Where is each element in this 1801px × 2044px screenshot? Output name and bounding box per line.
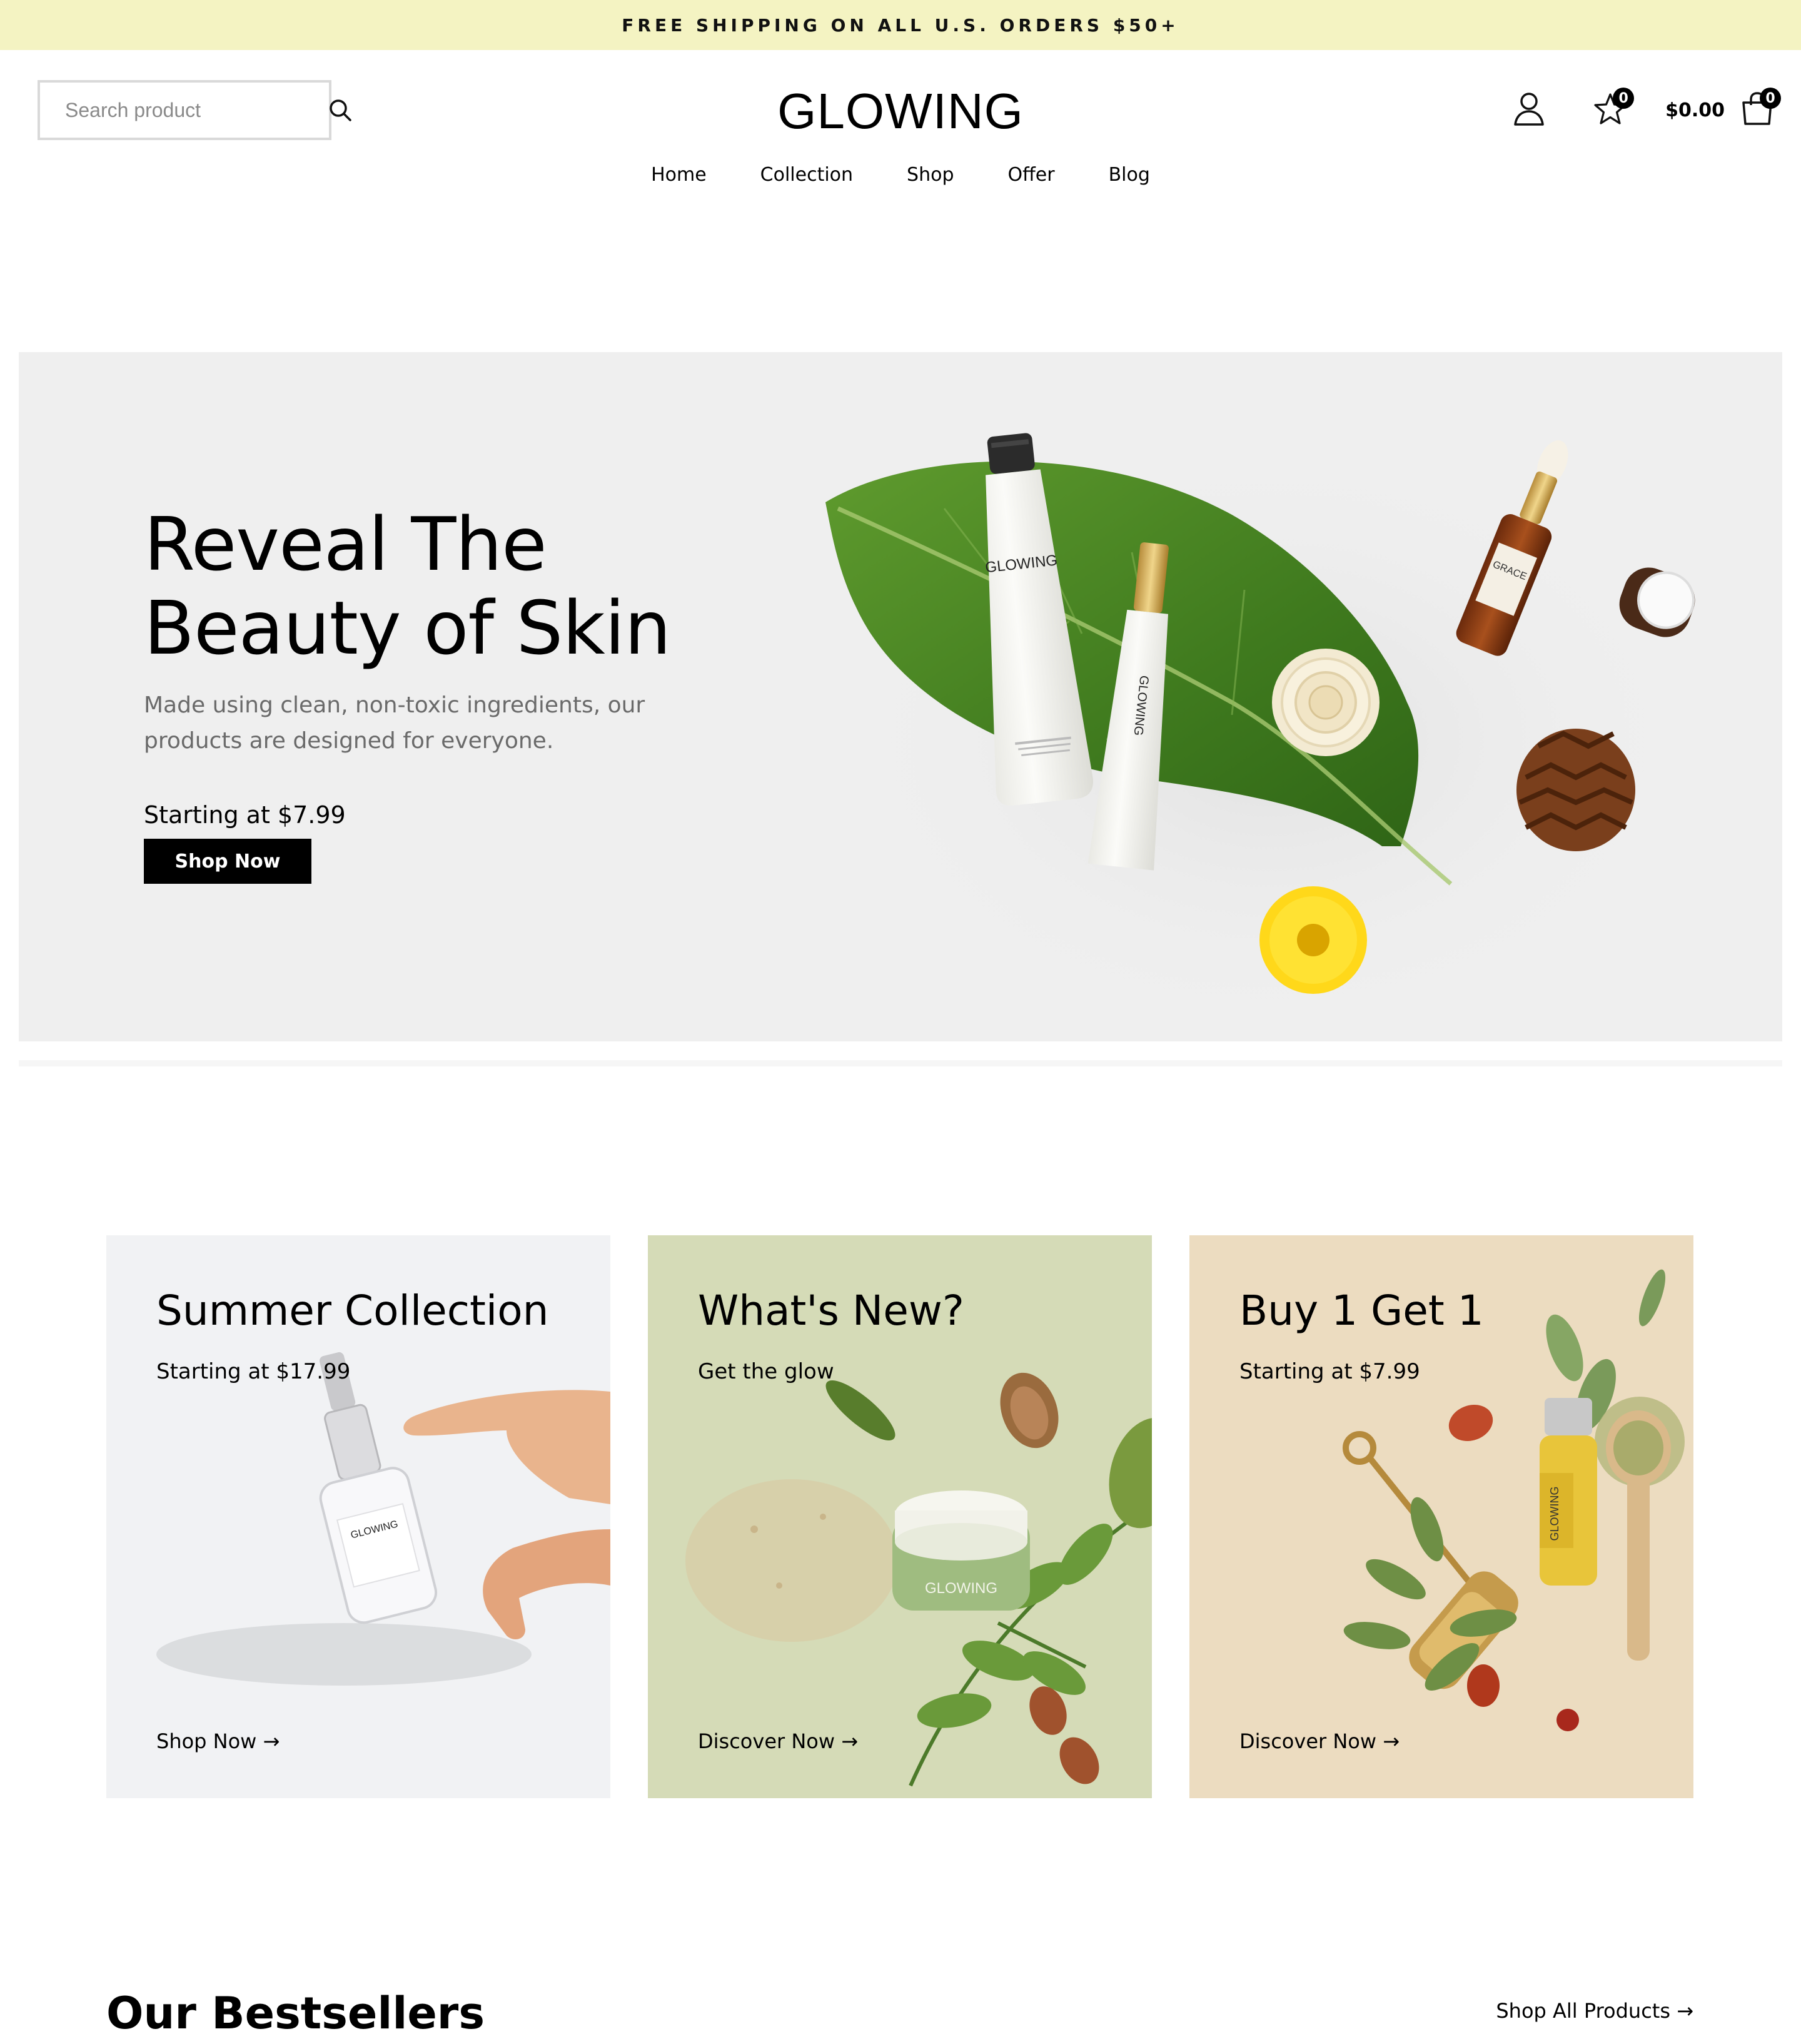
collection-cards: GLOWING Summer Collection Starting at $1…: [106, 1235, 1693, 1798]
user-icon: [1513, 91, 1545, 129]
hero-shop-now-button[interactable]: Shop Now: [144, 839, 311, 884]
card-subtitle: Starting at $17.99: [156, 1359, 351, 1384]
bogo-product-label: GLOWING: [1548, 1486, 1561, 1541]
card-shop-now-link[interactable]: Shop Now →: [156, 1729, 280, 1753]
main-nav: Home Collection Shop Offer Blog: [0, 164, 1801, 186]
nav-item-collection[interactable]: Collection: [760, 164, 853, 186]
card-subtitle: Starting at $7.99: [1239, 1359, 1420, 1384]
site-logo[interactable]: GLOWING: [738, 83, 1063, 140]
card-discover-now-link[interactable]: Discover Now →: [1239, 1729, 1400, 1753]
card-subtitle: Get the glow: [698, 1359, 834, 1384]
hero-product-image: GLOWING GLOWING GRACE: [825, 433, 1707, 1040]
collection-card-summer[interactable]: GLOWING Summer Collection Starting at $1…: [106, 1235, 610, 1798]
collection-card-bogo[interactable]: GLOWING Buy 1 Get 1 Starting at $7.99 Di…: [1189, 1235, 1693, 1798]
hero-price: Starting at $7.99: [144, 801, 346, 829]
nav-item-home[interactable]: Home: [651, 164, 707, 186]
collection-card-new[interactable]: GLOWING What's New? Get the glow Discove…: [648, 1235, 1152, 1798]
card-title: What's New?: [698, 1287, 964, 1335]
nav-item-blog[interactable]: Blog: [1109, 164, 1150, 186]
account-button[interactable]: [1510, 91, 1548, 129]
announcement-text: FREE SHIPPING ON ALL U.S. ORDERS $50+: [622, 14, 1179, 36]
hero-title: Reveal The Beauty of Skin: [144, 502, 769, 670]
header-actions: 0 $0.00 0: [1510, 88, 1781, 133]
whats-new-product-label: GLOWING: [925, 1580, 997, 1597]
card-title: Buy 1 Get 1: [1239, 1287, 1484, 1335]
cart-count-badge: 0: [1760, 88, 1781, 109]
search-input[interactable]: [65, 98, 328, 122]
card-title: Summer Collection: [156, 1287, 549, 1335]
cart-total[interactable]: $0.00: [1665, 99, 1725, 121]
card-discover-now-link[interactable]: Discover Now →: [698, 1729, 858, 1753]
hero-divider: [19, 1060, 1782, 1066]
bestsellers-title: Our Bestsellers: [106, 1988, 485, 2039]
hero-title-line1: Reveal The: [144, 501, 547, 587]
search-icon[interactable]: [328, 96, 353, 124]
cart-button[interactable]: 0: [1738, 88, 1781, 129]
wishlist-button[interactable]: 0: [1592, 88, 1635, 129]
hero-title-line2: Beauty of Skin: [144, 585, 671, 671]
wishlist-count-badge: 0: [1613, 88, 1635, 109]
announcement-bar: FREE SHIPPING ON ALL U.S. ORDERS $50+: [0, 0, 1801, 50]
search-box[interactable]: [38, 80, 351, 140]
nav-item-shop[interactable]: Shop: [907, 164, 954, 186]
nav-item-offer[interactable]: Offer: [1008, 164, 1055, 186]
shop-all-products-link[interactable]: Shop All Products →: [1496, 1999, 1693, 2023]
hero-text-block: Reveal The Beauty of Skin Made using cle…: [144, 502, 769, 884]
hero-banner: Reveal The Beauty of Skin Made using cle…: [19, 352, 1782, 1041]
hero-subtitle: Made using clean, non-toxic ingredients,…: [144, 692, 645, 754]
